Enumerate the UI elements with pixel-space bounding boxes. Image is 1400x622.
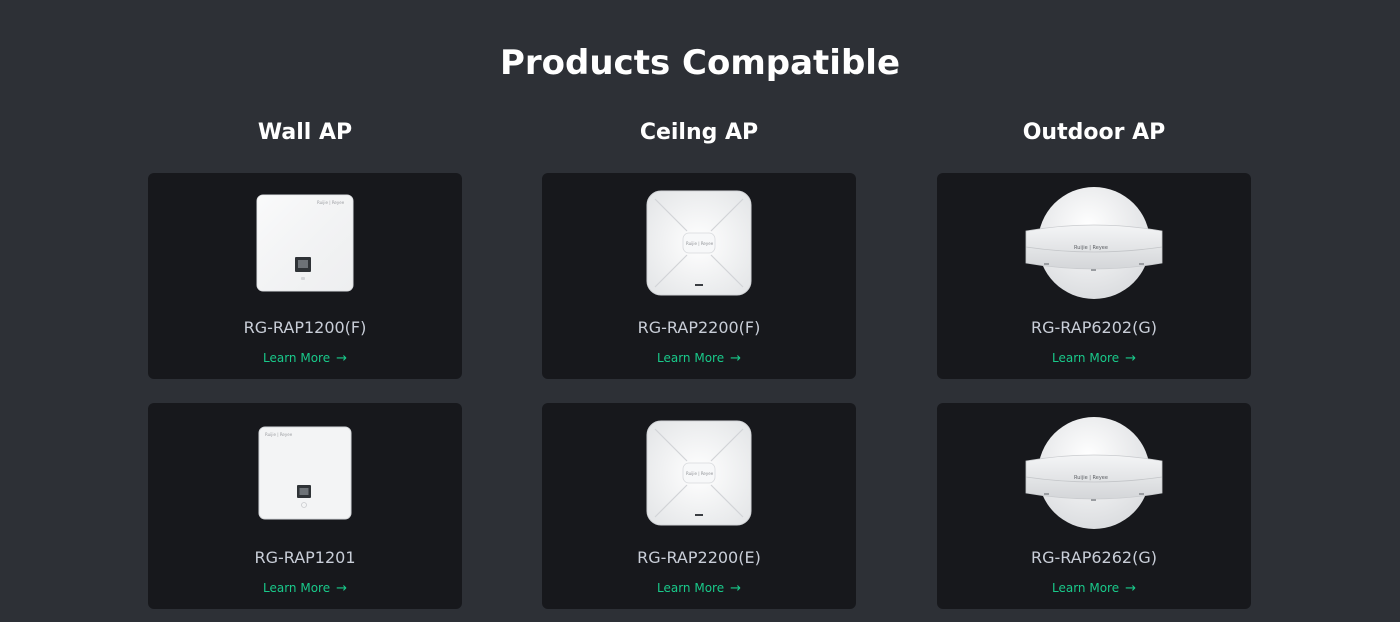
learn-more-label: Learn More xyxy=(1051,351,1120,365)
product-name: RG-RAP6262(G) xyxy=(1031,548,1157,567)
svg-text:Ruijie | Reyee: Ruijie | Reyee xyxy=(265,432,293,437)
arrow-right-icon: → xyxy=(730,581,741,596)
outdoor-ap-image: Ruijie | Reyee xyxy=(937,185,1251,301)
products-compatible-section: Products Compatible Wall AP Ruijie | Rey… xyxy=(0,0,1400,622)
learn-more-link[interactable]: Learn More → xyxy=(148,579,462,598)
product-card-rg-rap6262g[interactable]: Ruijie | Reyee RG-RAP6262(G) Learn More → xyxy=(937,403,1251,609)
product-card-rg-rap6202g[interactable]: Ruijie | Reyee RG-RAP6202(G) Learn More → xyxy=(937,173,1251,379)
learn-more-link[interactable]: Learn More → xyxy=(148,349,462,368)
arrow-right-icon: → xyxy=(730,351,741,366)
learn-more-label: Learn More xyxy=(656,581,725,595)
column-ceiling-ap: Ceilng AP Ruijie | Reyee RG-RAP2200(F) L… xyxy=(542,116,856,609)
learn-more-label: Learn More xyxy=(262,351,331,365)
arrow-right-icon: → xyxy=(336,351,347,366)
ceiling-ap-image: Ruijie | Reyee xyxy=(542,185,856,301)
column-title: Ceilng AP xyxy=(639,120,759,145)
outdoor-ap-image: Ruijie | Reyee xyxy=(937,415,1251,531)
svg-text:Ruijie | Reyee: Ruijie | Reyee xyxy=(317,200,345,205)
arrow-right-icon: → xyxy=(1125,351,1136,366)
product-card-rg-rap1201[interactable]: Ruijie | Reyee RG-RAP1201 Learn More → xyxy=(148,403,462,609)
product-name: RG-RAP1200(F) xyxy=(243,318,367,337)
ceiling-ap-image: Ruijie | Reyee xyxy=(542,415,856,531)
wall-ap-image: Ruijie | Reyee xyxy=(148,185,462,301)
product-card-rg-rap2200e[interactable]: Ruijie | Reyee RG-RAP2200(E) Learn More → xyxy=(542,403,856,609)
learn-more-link[interactable]: Learn More → xyxy=(542,349,856,368)
svg-text:Ruijie | Reyee: Ruijie | Reyee xyxy=(1074,475,1108,481)
product-name: RG-RAP2200(E) xyxy=(637,548,761,567)
arrow-right-icon: → xyxy=(336,581,347,596)
arrow-right-icon: → xyxy=(1125,581,1136,596)
page-title: Products Compatible xyxy=(499,43,901,83)
svg-text:Ruijie | Reyee: Ruijie | Reyee xyxy=(686,241,714,246)
column-outdoor-ap: Outdoor AP Ruijie | Reyee RG-RAP6202(G) … xyxy=(937,116,1251,609)
product-name: RG-RAP2200(F) xyxy=(637,318,761,337)
product-card-rg-rap1200f[interactable]: Ruijie | Reyee RG-RAP1200(F) Learn More → xyxy=(148,173,462,379)
product-name: RG-RAP6202(G) xyxy=(1031,318,1157,337)
learn-more-label: Learn More xyxy=(262,581,331,595)
column-title: Wall AP xyxy=(257,120,353,145)
learn-more-link[interactable]: Learn More → xyxy=(937,349,1251,368)
column-wall-ap: Wall AP Ruijie | Reyee RG-RAP1200(F) Lea… xyxy=(148,116,462,609)
learn-more-link[interactable]: Learn More → xyxy=(937,579,1251,598)
learn-more-label: Learn More xyxy=(656,351,725,365)
product-name: RG-RAP1201 xyxy=(254,548,356,567)
learn-more-label: Learn More xyxy=(1051,581,1120,595)
column-title: Outdoor AP xyxy=(1022,120,1166,145)
product-card-rg-rap2200f[interactable]: Ruijie | Reyee RG-RAP2200(F) Learn More → xyxy=(542,173,856,379)
svg-text:Ruijie | Reyee: Ruijie | Reyee xyxy=(686,471,714,476)
wall-ap-image: Ruijie | Reyee xyxy=(148,415,462,531)
svg-text:Ruijie | Reyee: Ruijie | Reyee xyxy=(1074,245,1108,251)
learn-more-link[interactable]: Learn More → xyxy=(542,579,856,598)
